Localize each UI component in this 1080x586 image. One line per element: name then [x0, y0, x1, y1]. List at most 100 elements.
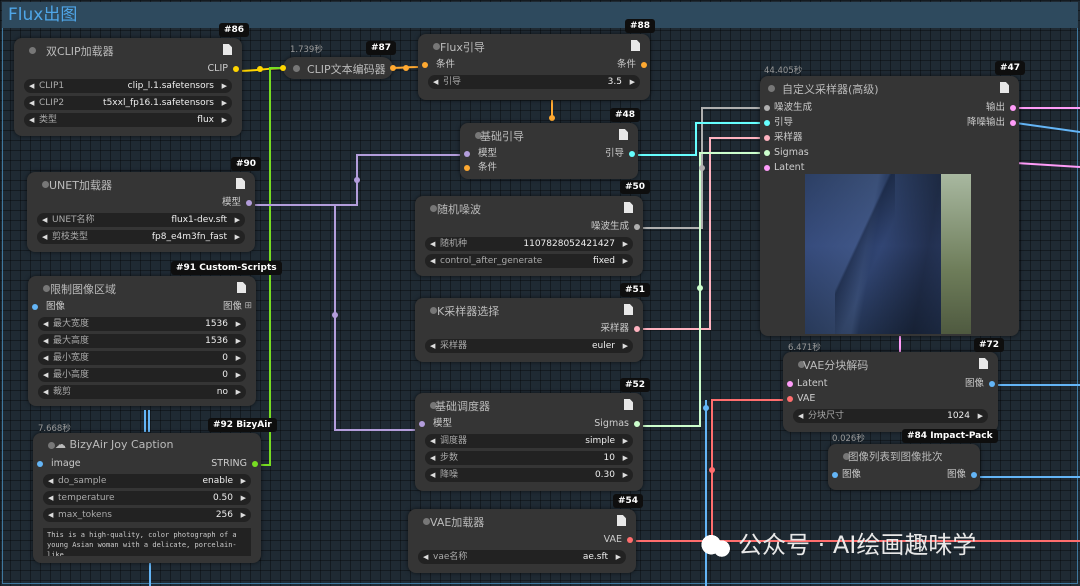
arrow-right-icon[interactable]: ▶ — [630, 75, 635, 89]
arrow-left-icon[interactable]: ◀ — [43, 368, 48, 382]
output-output[interactable]: 输出 — [986, 101, 1016, 115]
collapse-toggle[interactable] — [768, 85, 775, 92]
input-image[interactable]: 图像 — [832, 468, 861, 482]
group-title[interactable]: Flux出图 — [2, 2, 1078, 28]
arrow-left-icon[interactable]: ◀ — [42, 230, 47, 244]
arrow-right-icon[interactable]: ▶ — [623, 237, 628, 251]
input-image[interactable]: image — [37, 457, 81, 471]
input-dot[interactable] — [764, 150, 770, 156]
input-guider[interactable]: 引导 — [764, 116, 793, 130]
arrow-right-icon[interactable]: ▶ — [623, 451, 628, 465]
input-vae[interactable]: VAE — [787, 392, 815, 406]
input-dot[interactable] — [464, 165, 470, 171]
input-dot[interactable] — [419, 421, 425, 427]
widget-weight-dtype[interactable]: ◀ 剪枝类型 fp8_e4m3fn_fast ▶ — [37, 230, 245, 244]
output-dot[interactable] — [390, 65, 396, 71]
input-dot[interactable] — [764, 165, 770, 171]
node-clip-text-encode[interactable]: CLIP文本编码器 — [280, 57, 396, 79]
widget-temperature[interactable]: ◀ temperature 0.50 ▶ — [43, 491, 251, 505]
input-model[interactable]: 模型 — [464, 147, 497, 161]
document-icon[interactable] — [631, 40, 640, 51]
widget-steps[interactable]: ◀ 步数 10 ▶ — [425, 451, 633, 465]
arrow-right-icon[interactable]: ▶ — [236, 368, 241, 382]
caption-textbox[interactable]: This is a high-quality, color photograph… — [43, 528, 251, 556]
arrow-left-icon[interactable]: ◀ — [43, 334, 48, 348]
arrow-right-icon[interactable]: ▶ — [623, 434, 628, 448]
widget-min-width[interactable]: ◀ 最小宽度 0 ▶ — [38, 351, 246, 365]
output-dot[interactable] — [1010, 120, 1016, 126]
output-vae[interactable]: VAE — [604, 533, 633, 547]
widget-max-tokens[interactable]: ◀ max_tokens 256 ▶ — [43, 508, 251, 522]
arrow-right-icon[interactable]: ▶ — [241, 508, 246, 522]
input-image[interactable]: 图像 — [32, 300, 65, 314]
widget-crop[interactable]: ◀ 裁剪 no ▶ — [38, 385, 246, 399]
arrow-right-icon[interactable]: ▶ — [236, 334, 241, 348]
output-dot[interactable] — [1010, 105, 1016, 111]
output-dot[interactable] — [971, 472, 977, 478]
collapse-toggle[interactable] — [48, 442, 55, 449]
output-dot[interactable] — [641, 62, 647, 68]
collapse-toggle[interactable] — [43, 285, 50, 292]
document-icon[interactable] — [1000, 82, 1009, 93]
node-vae-decode-tiled[interactable]: VAE分块解码 Latent 图像 VAE ◀ 分块尺寸 1024 ▶ — [783, 352, 998, 432]
arrow-right-icon[interactable]: ▶ — [235, 213, 240, 227]
arrow-left-icon[interactable]: ◀ — [29, 79, 34, 93]
widget-clip2[interactable]: ◀ CLIP2 t5xxl_fp16.1.safetensors ▶ — [24, 96, 232, 110]
document-icon[interactable] — [979, 358, 988, 369]
output-noise[interactable]: 噪波生成 — [591, 220, 640, 234]
input-dot[interactable] — [280, 65, 286, 71]
widget-max-height[interactable]: ◀ 最大高度 1536 ▶ — [38, 334, 246, 348]
input-noise[interactable]: 噪波生成 — [764, 101, 812, 115]
arrow-right-icon[interactable]: ▶ — [616, 550, 621, 564]
widget-unet-name[interactable]: ◀ UNET名称 flux1-dev.sft ▶ — [37, 213, 245, 227]
node-unet-loader[interactable]: UNET加载器 模型 ◀ UNET名称 flux1-dev.sft ▶ ◀ 剪枝类型 fp… — [27, 172, 255, 252]
node-graph-canvas[interactable]: Flux出图 #86 双CLIP加载器 CLIP ◀ CLIP1 clip_l.… — [0, 0, 1080, 586]
input-latent[interactable]: Latent — [764, 161, 804, 175]
output-dot[interactable] — [246, 200, 252, 206]
input-model[interactable]: 模型 — [419, 417, 452, 431]
output-dot[interactable] — [989, 381, 995, 387]
node-ksampler-select[interactable]: K采样器选择 采样器 ◀ 采样器 euler ▶ — [415, 298, 643, 362]
output-sigmas[interactable]: Sigmas — [594, 417, 640, 431]
output-dot[interactable] — [233, 66, 239, 72]
arrow-left-icon[interactable]: ◀ — [430, 468, 435, 482]
grid-output-icon[interactable]: ⊞ — [244, 301, 252, 311]
collapse-toggle[interactable] — [29, 47, 36, 54]
arrow-right-icon[interactable]: ▶ — [623, 254, 628, 268]
arrow-right-icon[interactable]: ▶ — [241, 491, 246, 505]
input-dot[interactable] — [764, 105, 770, 111]
arrow-right-icon[interactable]: ▶ — [623, 339, 628, 353]
arrow-right-icon[interactable]: ▶ — [978, 409, 983, 423]
document-icon[interactable] — [619, 129, 628, 140]
arrow-left-icon[interactable]: ◀ — [433, 75, 438, 89]
node-dual-clip-loader[interactable]: 双CLIP加载器 CLIP ◀ CLIP1 clip_l.1.safetensors… — [14, 38, 242, 136]
node-limit-image-area[interactable]: 限制图像区域 图像 图像 ⊞ ◀ 最大宽度 1536 ▶ ◀ 最大高度 1536 ▶ ◀ 最小… — [28, 276, 256, 406]
document-icon[interactable] — [624, 399, 633, 410]
arrow-left-icon[interactable]: ◀ — [430, 339, 435, 353]
output-image[interactable]: 图像 — [947, 468, 977, 482]
arrow-right-icon[interactable]: ▶ — [236, 385, 241, 399]
widget-tile-size[interactable]: ◀ 分块尺寸 1024 ▶ — [793, 409, 988, 423]
arrow-left-icon[interactable]: ◀ — [430, 451, 435, 465]
collapse-toggle[interactable] — [293, 65, 300, 72]
output-guider[interactable]: 引导 — [605, 147, 635, 161]
document-icon[interactable] — [237, 282, 246, 293]
widget-do-sample[interactable]: ◀ do_sample enable ▶ — [43, 474, 251, 488]
widget-guidance[interactable]: ◀ 引导 3.5 ▶ — [428, 75, 640, 89]
arrow-left-icon[interactable]: ◀ — [43, 317, 48, 331]
output-dot[interactable] — [629, 151, 635, 157]
document-icon[interactable] — [617, 515, 626, 526]
node-basic-scheduler[interactable]: 基础调度器 模型 Sigmas ◀ 调度器 simple ▶ ◀ 步数 10 ▶ ◀ 降噪 0.… — [415, 393, 643, 491]
input-sampler[interactable]: 采样器 — [764, 131, 803, 145]
input-dot[interactable] — [764, 120, 770, 126]
widget-max-width[interactable]: ◀ 最大宽度 1536 ▶ — [38, 317, 246, 331]
arrow-left-icon[interactable]: ◀ — [48, 474, 53, 488]
input-dot[interactable] — [787, 381, 793, 387]
input-dot[interactable] — [764, 135, 770, 141]
widget-denoise[interactable]: ◀ 降噪 0.30 ▶ — [425, 468, 633, 482]
arrow-right-icon[interactable]: ▶ — [236, 317, 241, 331]
arrow-left-icon[interactable]: ◀ — [430, 434, 435, 448]
input-conditioning[interactable]: 条件 — [422, 58, 455, 72]
document-icon[interactable] — [236, 178, 245, 189]
arrow-left-icon[interactable]: ◀ — [430, 254, 435, 268]
